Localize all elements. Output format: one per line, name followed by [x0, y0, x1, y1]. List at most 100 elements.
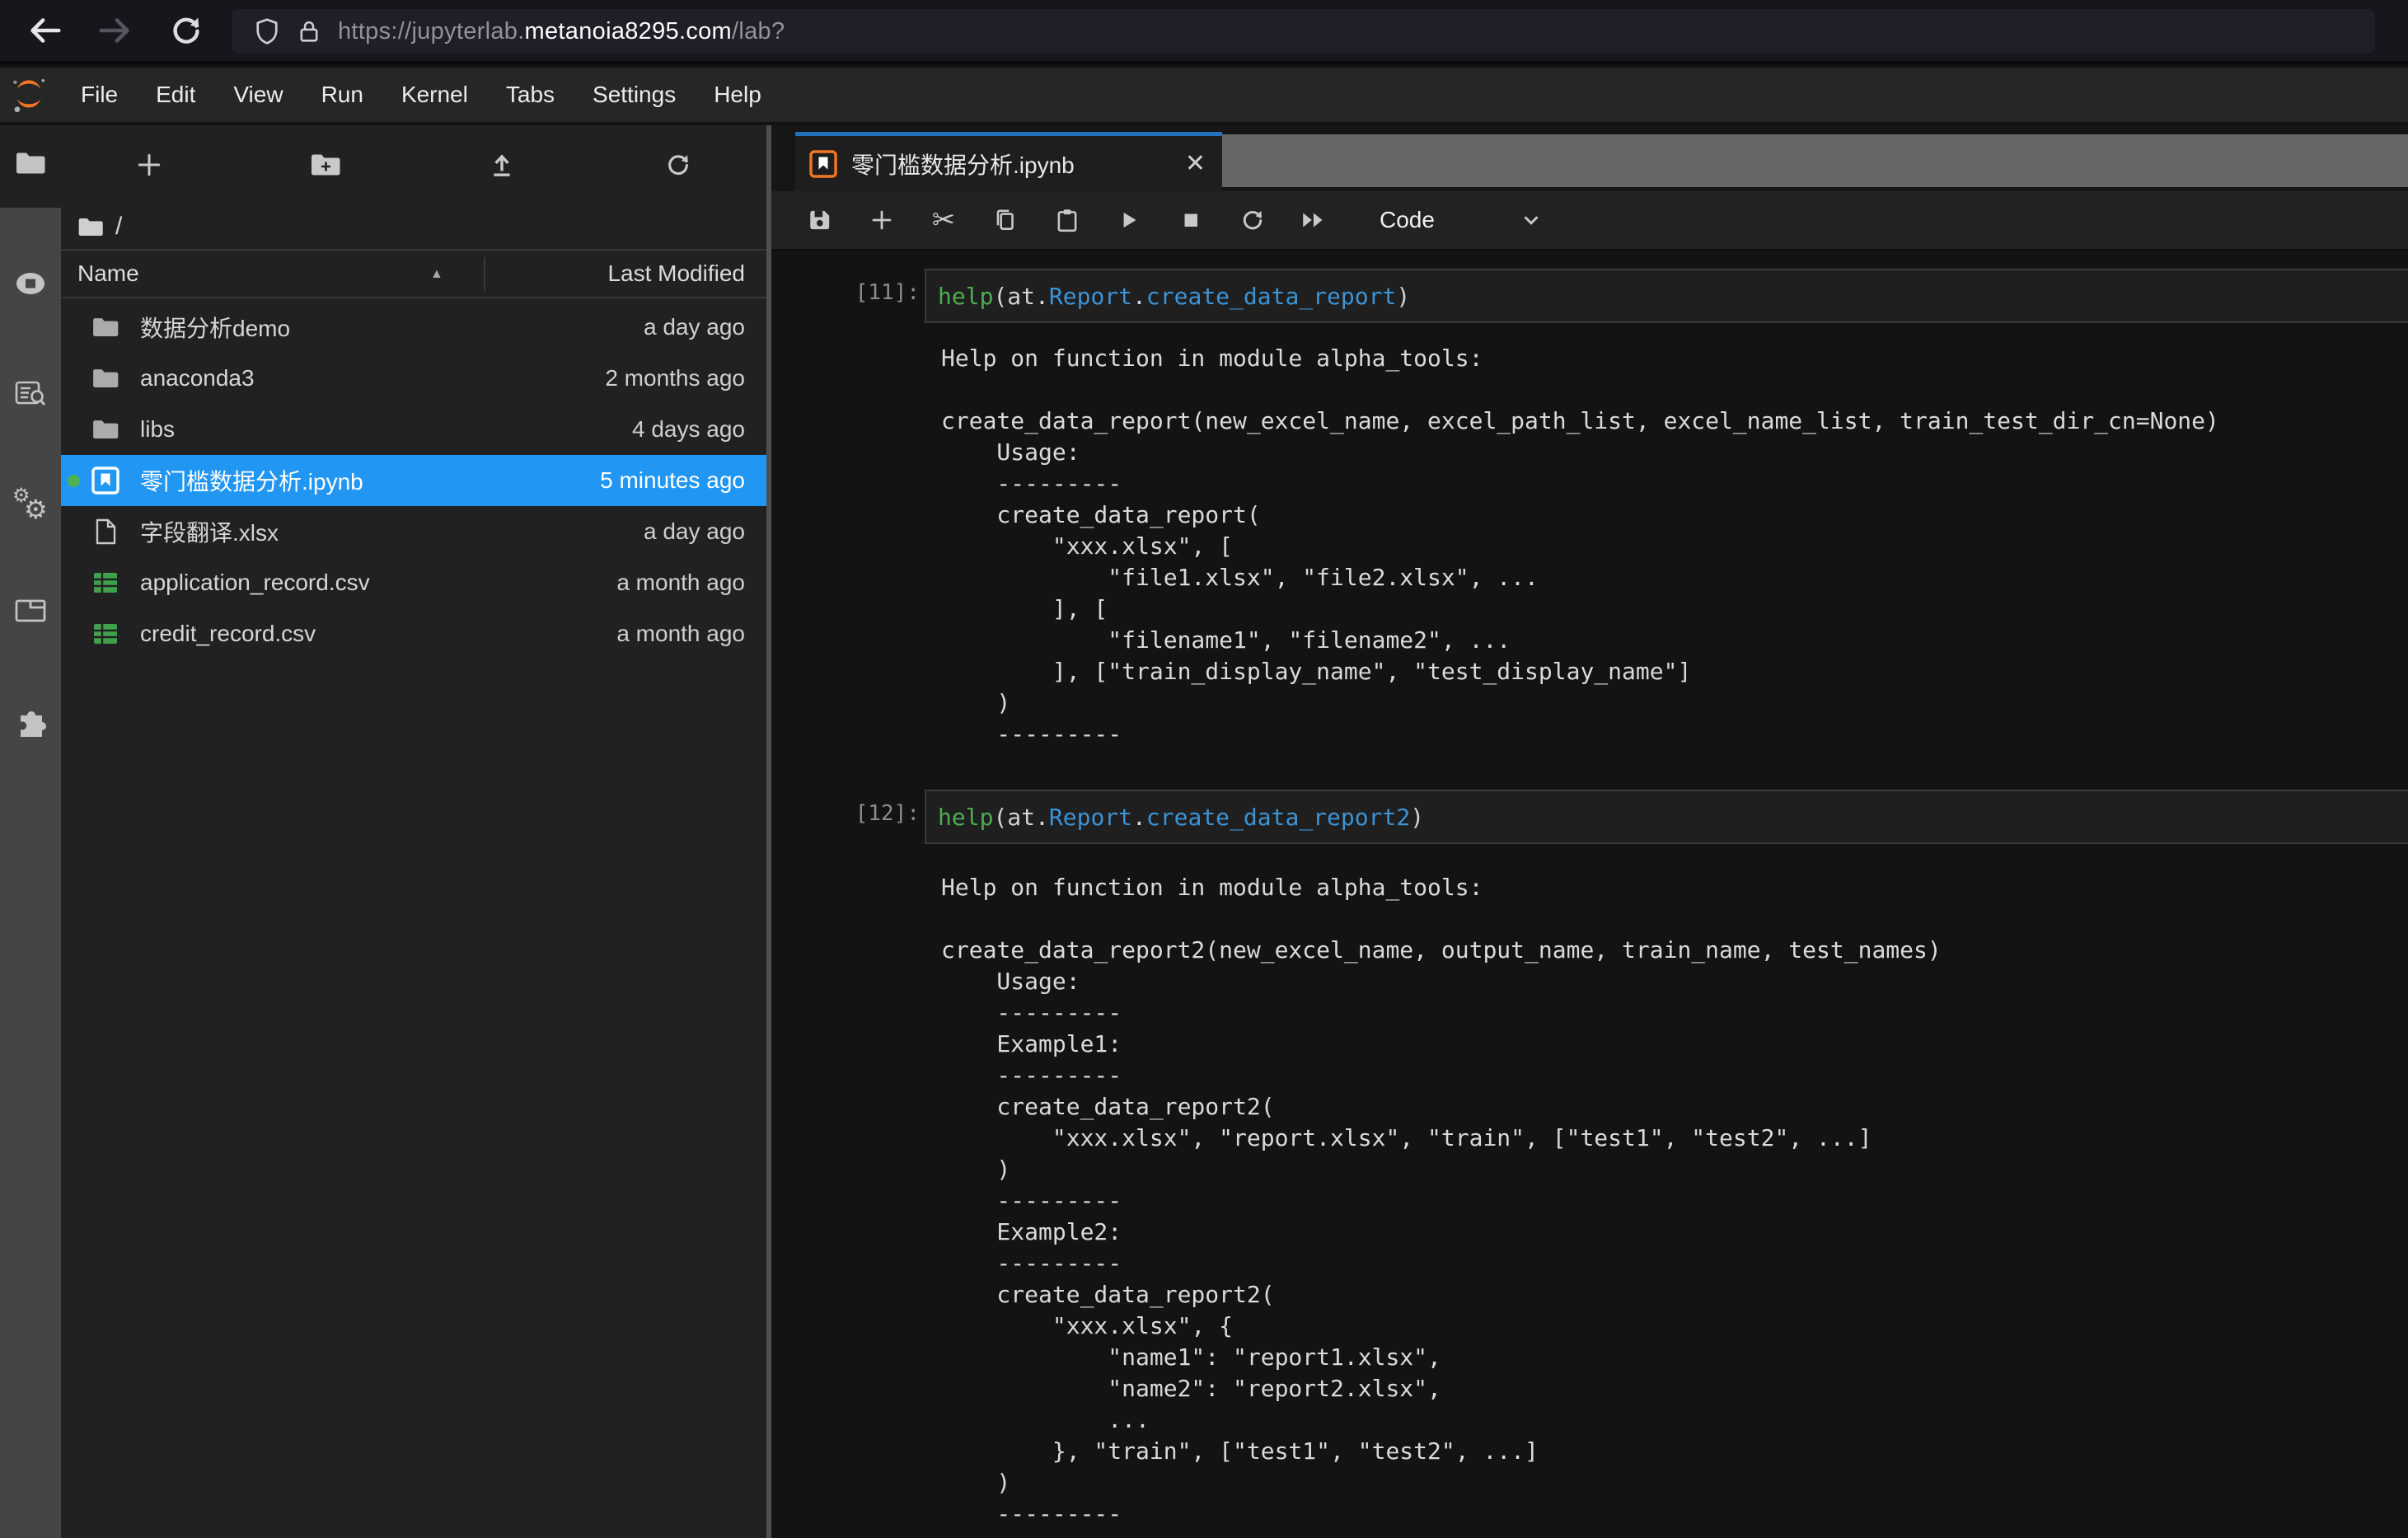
jupyterlab-menu-bar: File Edit View Run Kernel Tabs Settings Help: [0, 68, 2408, 124]
scissors-icon: ✂: [932, 206, 956, 234]
folder-icon: [89, 418, 122, 441]
cut-cells-button[interactable]: ✂: [926, 197, 961, 243]
column-header-name[interactable]: Name: [77, 260, 139, 287]
file-list-header: Name ▲ Last Modified: [61, 249, 766, 298]
menu-item-help[interactable]: Help: [714, 82, 761, 108]
notebook-tab-title: 零门槛数据分析.ipynb: [851, 148, 1075, 181]
notebook-icon: [89, 466, 122, 495]
breadcrumb-root[interactable]: /: [115, 213, 122, 241]
lock-icon[interactable]: [295, 17, 323, 45]
kernel-running-dot: [68, 475, 80, 487]
tracking-shield-icon[interactable]: [252, 16, 282, 46]
menu-item-kernel[interactable]: Kernel: [401, 82, 468, 108]
save-button[interactable]: [803, 197, 837, 243]
file-row-file[interactable]: credit_record.csv a month ago: [61, 608, 766, 659]
cell-output-text: Help on function in module alpha_tools: …: [941, 872, 1942, 1530]
menu-items: File Edit View Run Kernel Tabs Settings Help: [81, 82, 761, 108]
open-tabs-icon[interactable]: [0, 598, 61, 623]
browser-forward-button[interactable]: [89, 4, 142, 57]
copy-cells-button[interactable]: [988, 197, 1023, 243]
browser-reload-button[interactable]: [160, 4, 213, 57]
file-modified: a day ago: [644, 518, 745, 545]
command-palette-icon[interactable]: [0, 379, 61, 409]
browser-back-button[interactable]: [18, 4, 71, 57]
file-row-file[interactable]: 零门槛数据分析.ipynb 5 minutes ago: [61, 455, 766, 506]
column-header-modified[interactable]: Last Modified: [607, 260, 745, 287]
new-launcher-icon[interactable]: [116, 136, 182, 194]
file-browser-panel: / Name ▲ Last Modified 数据分析demo a day ago…: [61, 125, 766, 1538]
restart-kernel-button[interactable]: [1235, 197, 1270, 243]
property-inspector-icon[interactable]: ⚙ ⚙: [0, 486, 61, 523]
notebook-toolbar: ✂ Code: [771, 191, 2408, 251]
file-row-file[interactable]: 字段翻译.xlsx a day ago: [61, 506, 766, 557]
file-modified: 2 months ago: [605, 365, 745, 392]
paste-cells-button[interactable]: [1050, 197, 1085, 243]
breadcrumb[interactable]: /: [61, 204, 122, 249]
file-browser-icon[interactable]: [0, 150, 61, 176]
cell-input-prompt: [11]:: [804, 280, 920, 305]
sort-ascending-icon[interactable]: ▲: [430, 267, 443, 282]
file-modified: a month ago: [616, 621, 745, 647]
menu-item-run[interactable]: Run: [321, 82, 363, 108]
menu-item-edit[interactable]: Edit: [156, 82, 195, 108]
file-row-file[interactable]: application_record.csv a month ago: [61, 557, 766, 608]
running-kernels-icon[interactable]: [0, 270, 61, 297]
file-name: 数据分析demo: [140, 311, 290, 344]
csv-icon: [89, 571, 122, 594]
cell-input-prompt: [12]:: [804, 801, 920, 826]
menu-item-file[interactable]: File: [81, 82, 118, 108]
file-list: 数据分析demo a day ago anaconda3 2 months ago li…: [61, 302, 766, 659]
new-folder-icon[interactable]: [293, 136, 358, 194]
refresh-icon[interactable]: [645, 136, 711, 194]
menu-item-tabs[interactable]: Tabs: [506, 82, 555, 108]
file-modified: 5 minutes ago: [600, 467, 745, 494]
file-modified: 4 days ago: [632, 416, 745, 443]
folder-icon: [89, 367, 122, 390]
address-bar[interactable]: https://jupyterlab.metanoia8295.com/lab?: [232, 9, 2375, 54]
cell-output-text: Help on function in module alpha_tools: …: [941, 343, 2219, 750]
file-name: 字段翻译.xlsx: [140, 515, 279, 548]
file-row-folder[interactable]: 数据分析demo a day ago: [61, 302, 766, 353]
tab-bar-empty-area: [1222, 134, 2408, 187]
upload-icon[interactable]: [469, 136, 535, 194]
add-cell-button[interactable]: [864, 197, 899, 243]
file-name: credit_record.csv: [140, 621, 316, 647]
file-modified: a month ago: [616, 570, 745, 596]
jupyter-logo-icon: [10, 76, 48, 114]
code-cell-input[interactable]: help(at.Report.create_data_report2): [925, 790, 2408, 844]
file-browser-toolbar: [61, 125, 766, 204]
browser-toolbar: https://jupyterlab.metanoia8295.com/lab?: [0, 0, 2408, 64]
file-icon: [89, 518, 122, 546]
cell-type-dropdown[interactable]: Code: [1380, 207, 1544, 233]
page-url: https://jupyterlab.metanoia8295.com/lab?: [338, 18, 785, 45]
file-name: libs: [140, 416, 175, 443]
interrupt-kernel-button[interactable]: [1174, 197, 1208, 243]
activity-sidebar: ⚙ ⚙: [0, 125, 61, 1538]
notebook-panel: 零门槛数据分析.ipynb ✕ ✂: [771, 125, 2408, 1538]
file-modified: a day ago: [644, 314, 745, 340]
code-line: help(at.Report.create_data_report2): [926, 804, 1424, 831]
code-cell-input[interactable]: help(at.Report.create_data_report): [925, 269, 2408, 323]
file-name: application_record.csv: [140, 570, 370, 596]
cell-type-value: Code: [1380, 207, 1435, 233]
menu-item-settings[interactable]: Settings: [593, 82, 676, 108]
file-row-folder[interactable]: anaconda3 2 months ago: [61, 353, 766, 404]
home-folder-icon[interactable]: [77, 216, 104, 238]
notebook-file-icon: [808, 149, 838, 179]
file-name: anaconda3: [140, 365, 255, 392]
notebook-tab[interactable]: 零门槛数据分析.ipynb ✕: [795, 132, 1222, 191]
dock-tab-bar: 零门槛数据分析.ipynb ✕: [771, 125, 2408, 191]
code-line: help(at.Report.create_data_report): [926, 283, 1410, 310]
file-name: 零门槛数据分析.ipynb: [140, 464, 363, 497]
csv-icon: [89, 622, 122, 645]
notebook-cells-area[interactable]: [11]:help(at.Report.create_data_report) H…: [771, 251, 2408, 1538]
file-row-folder[interactable]: libs 4 days ago: [61, 404, 766, 455]
close-tab-icon[interactable]: ✕: [1185, 149, 1206, 178]
column-divider: [484, 257, 485, 292]
extension-manager-icon[interactable]: [0, 707, 61, 740]
restart-run-all-button[interactable]: [1297, 197, 1332, 243]
folder-icon: [89, 316, 122, 339]
chevron-down-icon: [1519, 208, 1544, 232]
menu-item-view[interactable]: View: [233, 82, 283, 108]
run-cell-button[interactable]: [1112, 197, 1146, 243]
